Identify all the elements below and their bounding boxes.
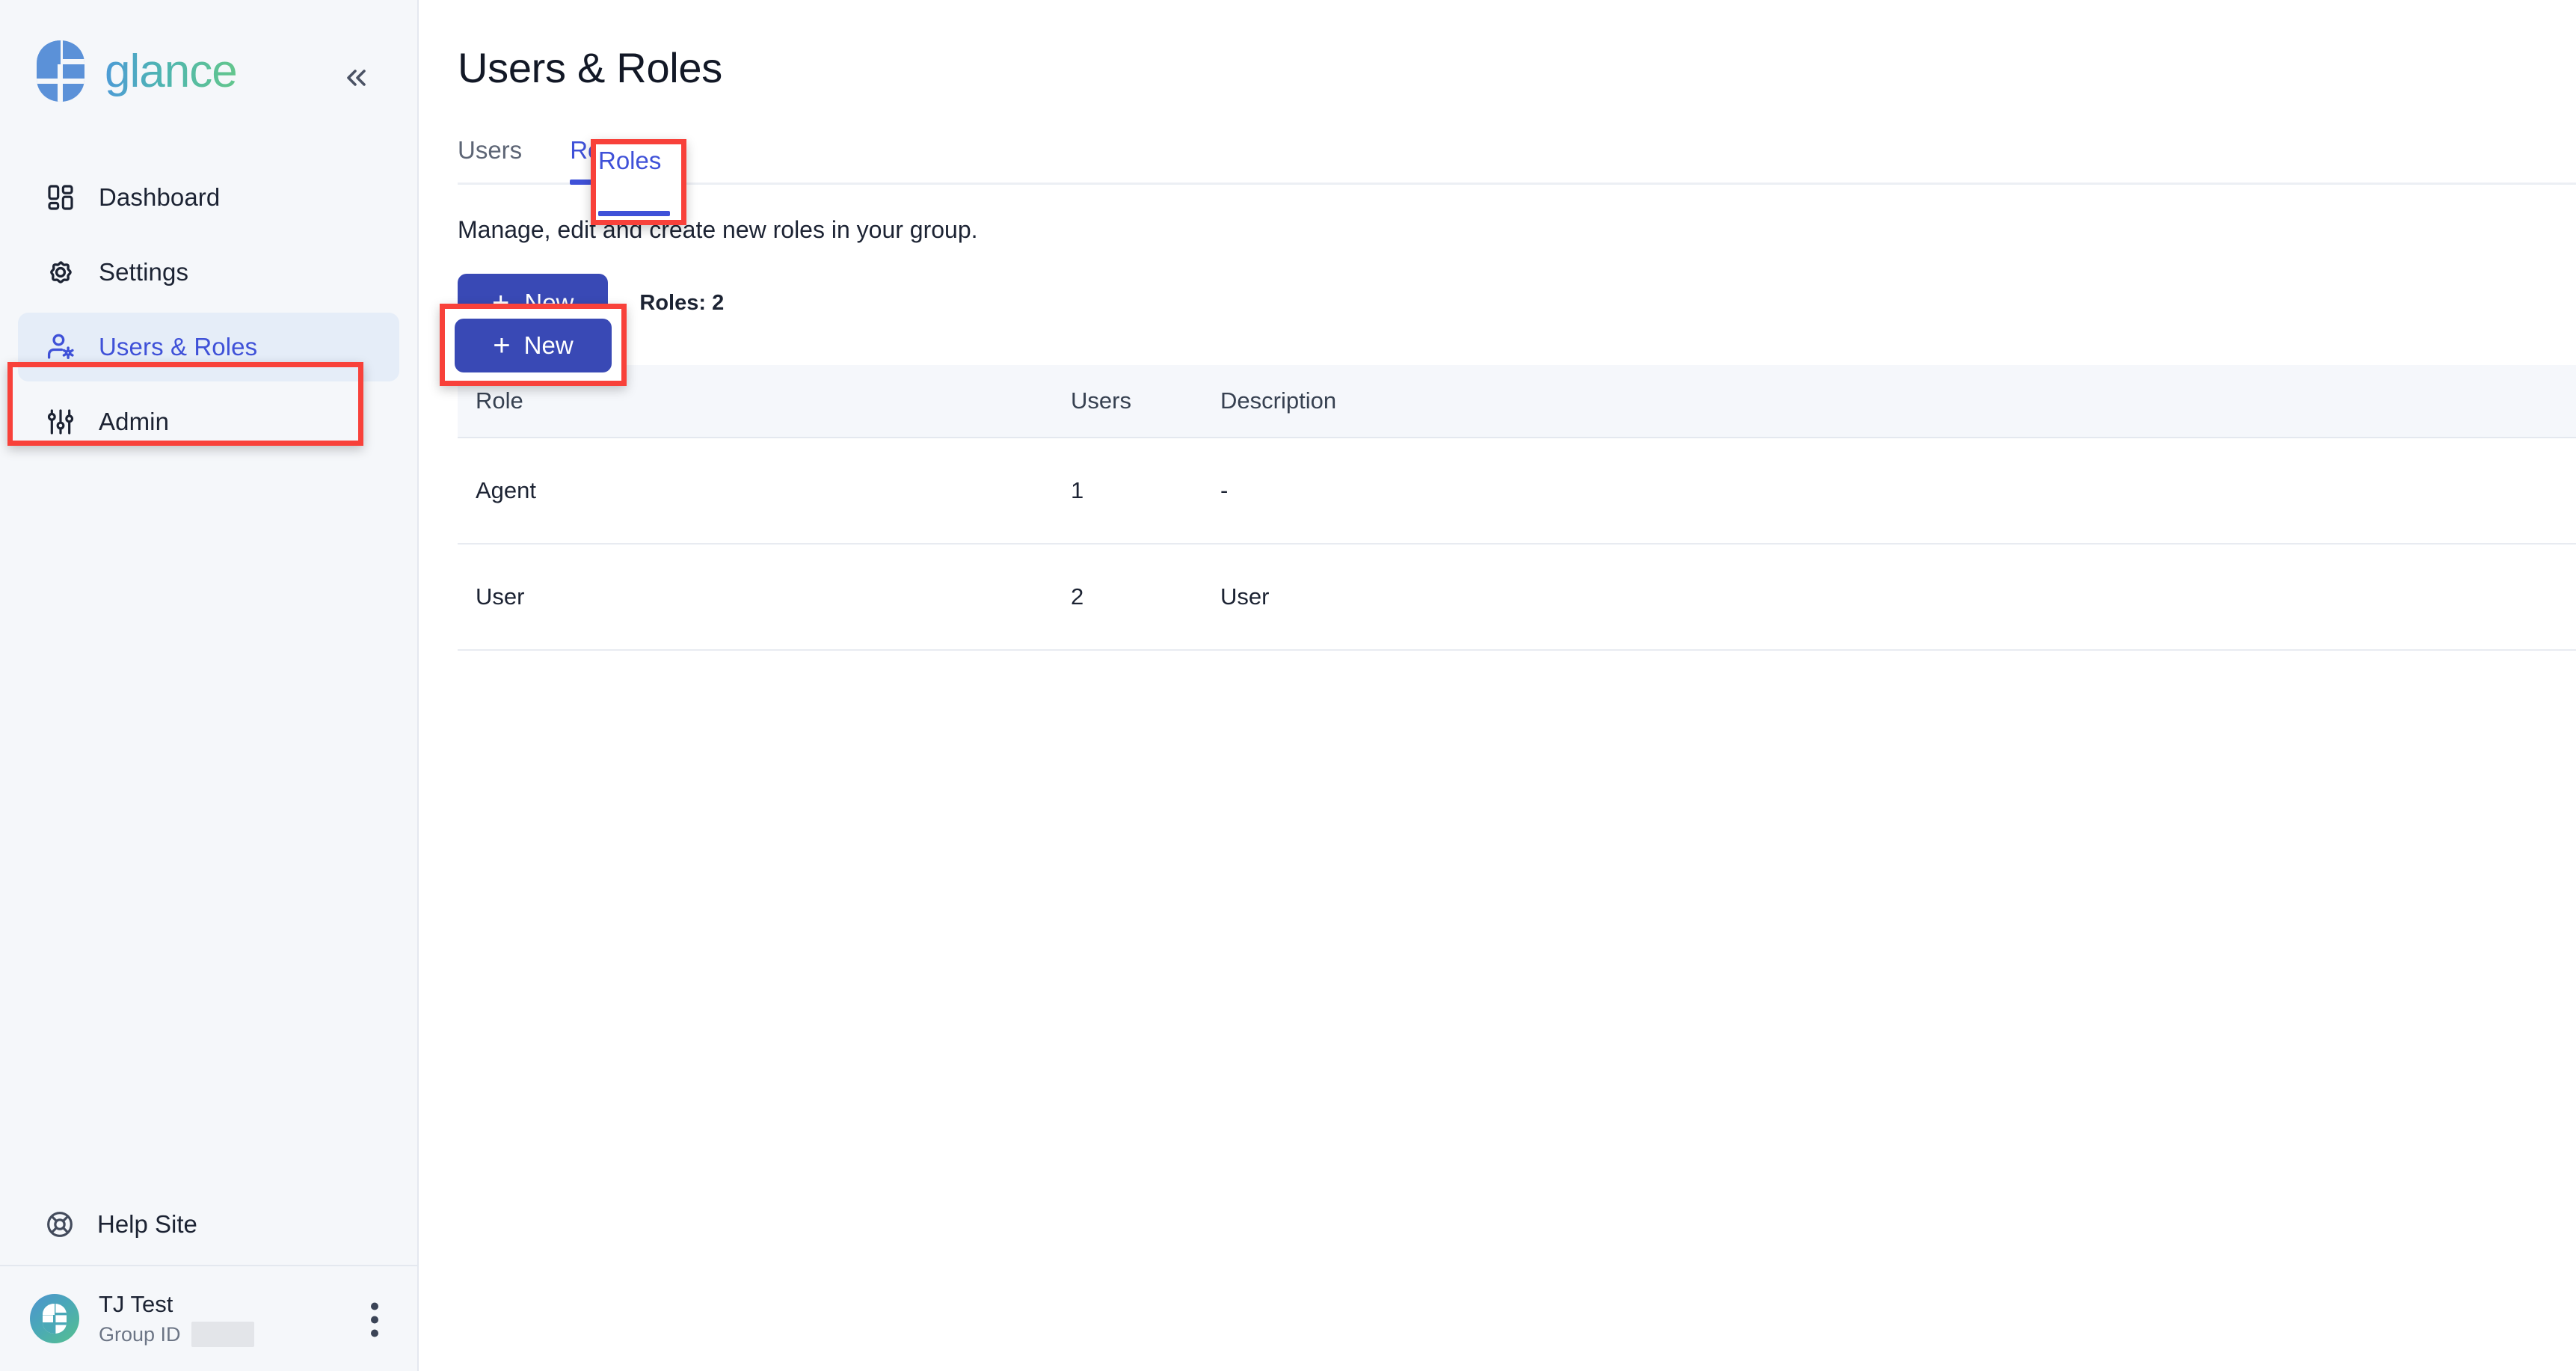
tab-bar: Users Roles (458, 128, 2576, 185)
column-header-role[interactable]: Role (458, 365, 1071, 438)
column-header-description[interactable]: Description (1220, 365, 2576, 438)
cell-users: 1 (1071, 438, 1220, 545)
tab-roles[interactable]: Roles (570, 136, 633, 185)
sliders-icon (43, 405, 78, 439)
sidebar-item-label: Admin (99, 408, 170, 435)
roles-table: Role Users Description Agent 1 - User 2 … (458, 365, 2576, 651)
lifebuoy-icon (43, 1208, 76, 1241)
table-header-row: Role Users Description (458, 365, 2576, 438)
table-header: Role Users Description (458, 365, 2576, 438)
toolbar: + New Roles: 2 (458, 274, 2576, 332)
gear-icon (43, 255, 78, 289)
avatar (30, 1294, 79, 1343)
brand-header: glance (0, 0, 417, 142)
profile-text: TJ Test Group ID (99, 1290, 254, 1348)
profile-name: TJ Test (99, 1290, 173, 1317)
page-title: Users & Roles (458, 44, 722, 91)
sidebar: glance Dashboard Settings Users & Roles … (0, 0, 419, 1371)
sidebar-item-dashboard[interactable]: Dashboard (18, 163, 399, 232)
sidebar-item-help-site[interactable]: Help Site (0, 1184, 417, 1266)
brand-name: glance (105, 45, 238, 97)
table-body: Agent 1 - User 2 User (458, 438, 2576, 651)
roles-count-label: Roles: 2 (639, 290, 725, 315)
sidebar-item-settings[interactable]: Settings (18, 238, 399, 307)
chevron-double-left-icon[interactable] (339, 61, 374, 94)
sidebar-profile[interactable]: TJ Test Group ID (0, 1266, 417, 1371)
cell-description: - (1220, 438, 2576, 545)
plus-icon: + (492, 286, 510, 319)
cell-role: User (458, 544, 1071, 651)
main-content: Users & Roles Users Roles Manage, edit a… (419, 0, 2576, 1371)
table-row[interactable]: User 2 User (458, 544, 2576, 651)
cell-role: Agent (458, 438, 1071, 545)
cell-description: User (1220, 544, 2576, 651)
app-root: glance Dashboard Settings Users & Roles … (0, 0, 2576, 1371)
cell-users: 2 (1071, 544, 1220, 651)
table-row[interactable]: Agent 1 - (458, 438, 2576, 545)
help-site-label: Help Site (97, 1210, 197, 1238)
sidebar-item-label: Settings (99, 258, 189, 286)
profile-kebab-menu-icon[interactable] (371, 1301, 378, 1337)
group-id-label: Group ID (99, 1322, 181, 1346)
page-subtitle: Manage, edit and create new roles in you… (458, 216, 978, 243)
glance-logo-mark-icon (36, 40, 85, 102)
column-header-users[interactable]: Users (1071, 365, 1220, 438)
tab-users[interactable]: Users (458, 136, 522, 183)
dashboard-grid-icon (43, 180, 78, 215)
group-id-value-redacted (191, 1322, 254, 1348)
user-settings-icon (43, 330, 78, 364)
sidebar-item-label: Users & Roles (99, 333, 258, 361)
sidebar-nav: Dashboard Settings Users & Roles Admin (0, 142, 417, 462)
sidebar-item-label: Dashboard (99, 183, 221, 211)
sidebar-item-admin[interactable]: Admin (18, 387, 399, 456)
profile-group-id: Group ID (99, 1322, 254, 1348)
new-role-button[interactable]: + New (458, 274, 609, 332)
sidebar-item-users-roles[interactable]: Users & Roles (18, 313, 399, 381)
new-button-label: New (524, 289, 574, 316)
